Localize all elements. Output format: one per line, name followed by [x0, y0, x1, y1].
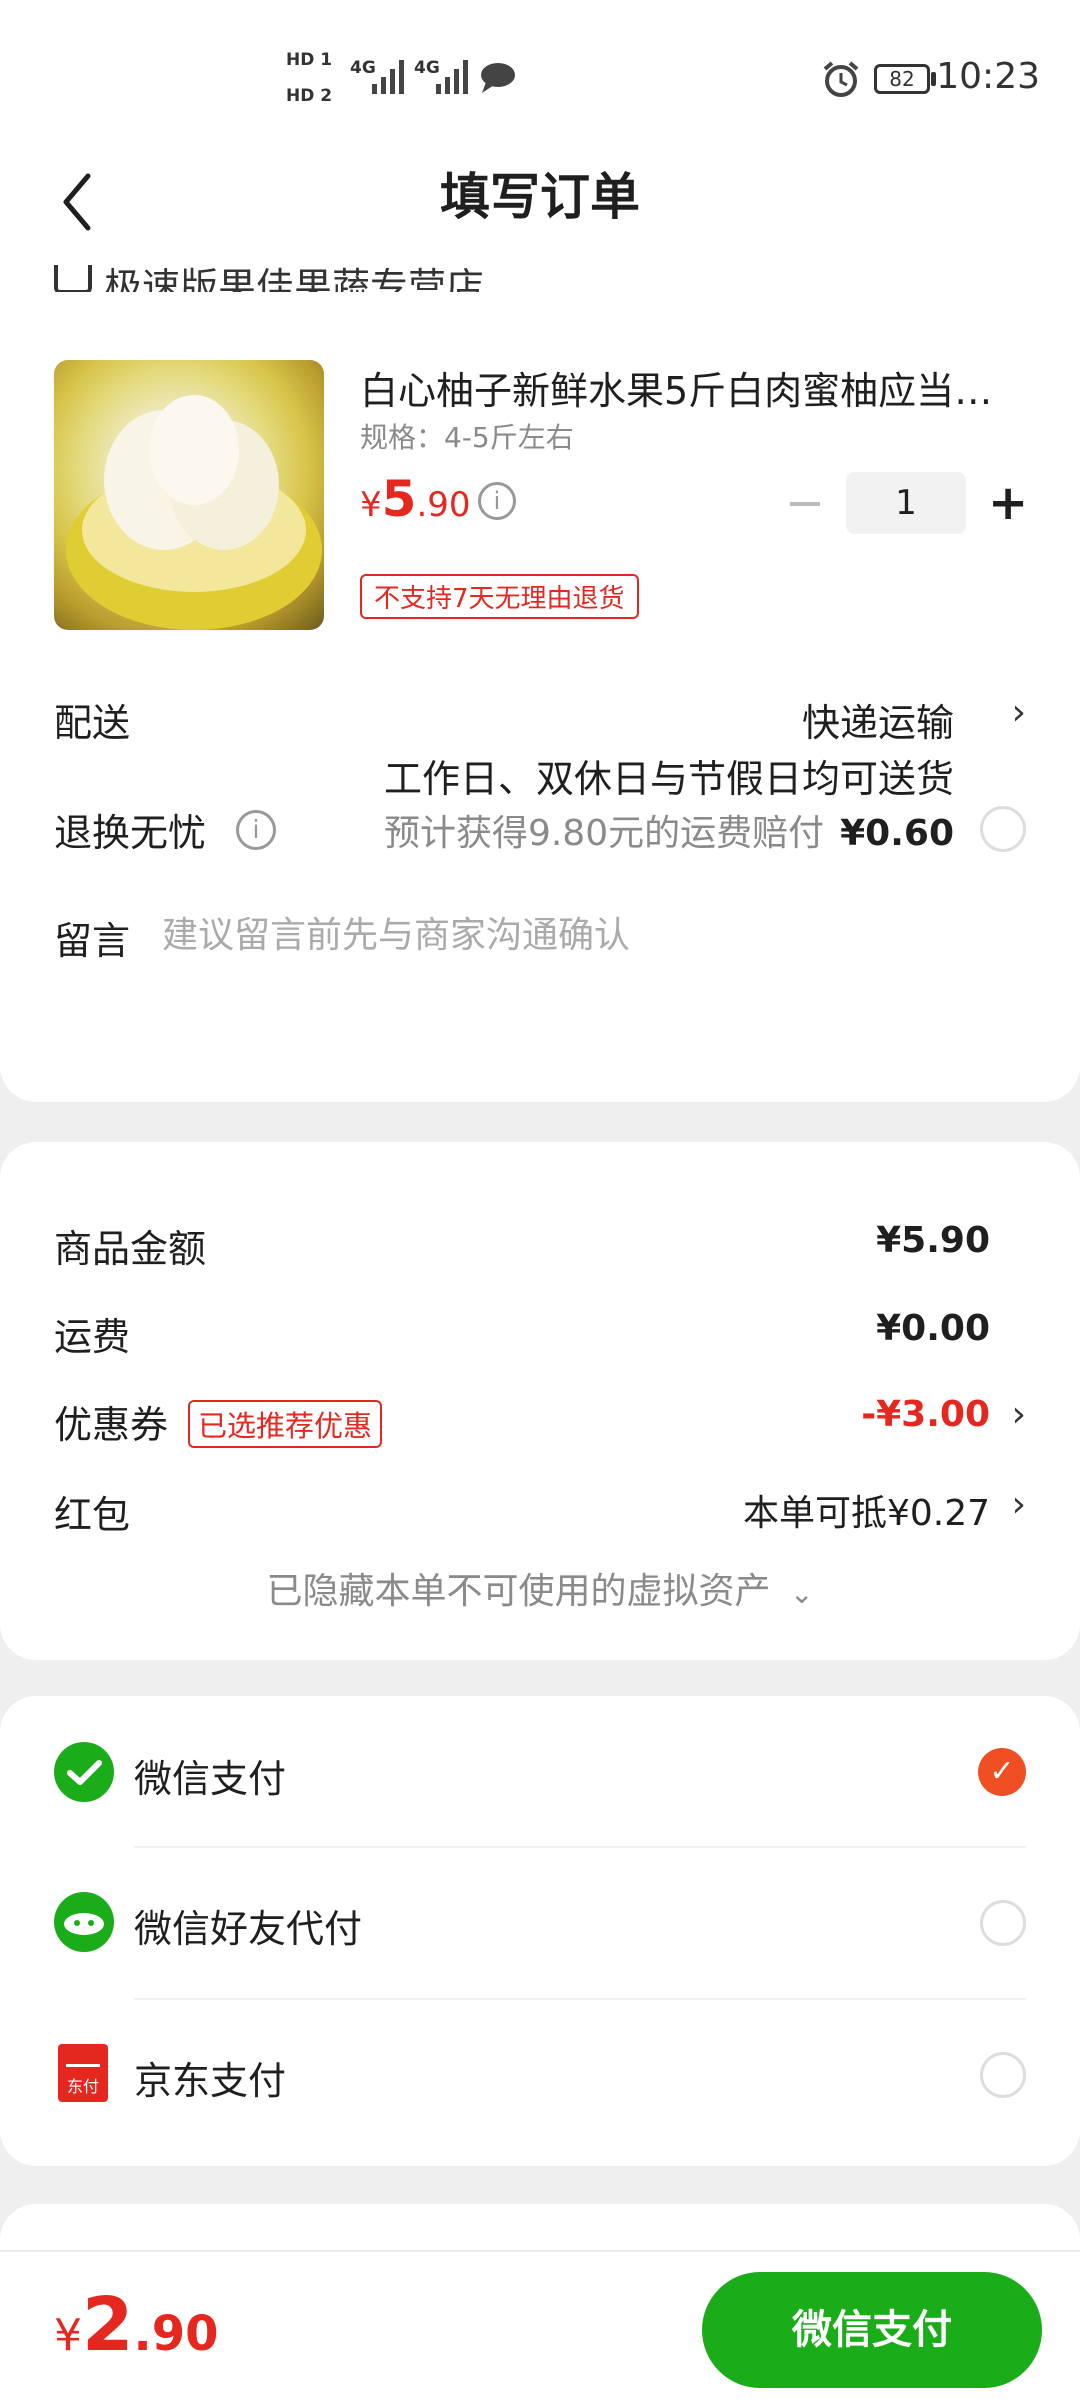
total-decimal: .90: [133, 2306, 219, 2362]
goods-amount-label: 商品金额: [54, 1227, 207, 1271]
return-insurance-price: ¥0.60: [840, 813, 954, 854]
page-title: 填写订单: [440, 168, 640, 226]
price-summary-card: 商品金额 ¥5.90 运费 ¥0.00 优惠券 已选推荐优惠 -¥3.00 › …: [0, 1142, 1080, 1660]
coupon-tag: 已选推荐优惠: [188, 1400, 383, 1448]
product-image[interactable]: [54, 360, 324, 630]
minus-icon[interactable]: [790, 502, 820, 506]
return-insurance-radio[interactable]: [980, 806, 1026, 852]
message-bubble-icon: [481, 63, 515, 93]
chevron-right-icon[interactable]: ›: [1012, 1394, 1026, 1435]
total-price: ¥2.90: [54, 2282, 219, 2368]
return-insurance-info: 预计获得9.80元的运费赔付 ¥0.60: [384, 804, 954, 856]
return-policy-tag: 不支持7天无理由退货: [360, 574, 639, 619]
jd-pay-icon-text: 东付: [66, 2077, 99, 2096]
shipping-description: 工作日、双休日与节假日均可送货: [383, 757, 954, 801]
message-label: 留言: [54, 919, 131, 963]
shipping-method[interactable]: 快递运输: [802, 692, 954, 747]
battery-icon: 82: [874, 64, 930, 94]
price-currency: ¥: [360, 485, 382, 525]
payment-radio[interactable]: [980, 2052, 1026, 2098]
quantity-input[interactable]: 1: [846, 472, 966, 534]
return-insurance-description: 预计获得9.80元的运费赔付: [383, 813, 825, 854]
payment-option-wechat[interactable]: 微信支付 ✓: [0, 1696, 1080, 1846]
product-spec: 规格：4-5斤左右: [360, 421, 574, 454]
total-currency: ¥: [54, 2310, 82, 2361]
pomelo-illustration: [66, 395, 322, 630]
coupon-label: 优惠券: [54, 1403, 169, 1447]
goods-amount-value: ¥5.90: [876, 1220, 990, 1261]
signal-bars-icon: [436, 60, 468, 94]
pay-button[interactable]: 微信支付: [702, 2272, 1042, 2388]
sim1-indicator: HD 1: [286, 50, 333, 70]
chevron-down-icon: ⌄: [790, 1577, 814, 1610]
return-info-icon[interactable]: i: [236, 810, 276, 850]
shipping-label: 配送: [54, 701, 131, 745]
order-item-card: 极速版果佳果蔬专营店 白心柚子新鲜水果5斤白肉蜜柚应当季时令整箱 规格：4-5斤…: [0, 240, 1080, 1102]
message-input[interactable]: [160, 906, 1004, 964]
battery-tip: [931, 72, 936, 86]
plus-icon[interactable]: +: [988, 478, 1028, 528]
red-packet-value[interactable]: 本单可抵¥0.27: [743, 1484, 990, 1536]
shipping-fee-label: 运费: [54, 1315, 131, 1359]
jd-pay-icon: 东付: [58, 2044, 108, 2102]
chevron-right-icon[interactable]: ›: [1012, 1484, 1026, 1525]
chevron-right-icon[interactable]: ›: [1012, 692, 1026, 733]
status-bar: HD 1 HD 2 4G 4G 82 10:23: [0, 0, 1080, 150]
payment-option-friend[interactable]: 微信好友代付: [0, 1848, 1080, 1998]
return-insurance-label: 退换无忧: [54, 811, 207, 855]
price-decimal: .90: [416, 485, 471, 525]
sim2-indicator: HD 2: [286, 86, 333, 106]
product-title[interactable]: 白心柚子新鲜水果5斤白肉蜜柚应当季时令整箱: [360, 360, 1020, 415]
payment-option-jd[interactable]: 东付 京东支付: [0, 2000, 1080, 2150]
payment-label: 微信支付: [134, 1757, 287, 1801]
signal-bars-icon: [372, 60, 404, 94]
payment-methods-card: 微信支付 ✓ 微信好友代付 东付 京东支付: [0, 1696, 1080, 2166]
clock-time: 10:23: [936, 56, 1040, 97]
payment-label: 京东支付: [134, 2059, 287, 2103]
hidden-assets-toggle[interactable]: 已隐藏本单不可使用的虚拟资产 ⌄: [0, 1562, 1080, 1614]
checkmark-selected-icon[interactable]: ✓: [978, 1748, 1026, 1796]
price-info-icon[interactable]: i: [478, 482, 516, 520]
payment-radio[interactable]: [980, 1900, 1026, 1946]
product-price: ¥5.90: [360, 470, 471, 528]
total-integer: 2: [82, 2282, 134, 2368]
price-integer: 5: [381, 470, 417, 528]
wechat-pay-icon: [54, 1742, 114, 1802]
alarm-icon: [823, 61, 859, 97]
shipping-fee-value: ¥0.00: [876, 1308, 990, 1349]
nav-header: 填写订单: [0, 150, 1080, 265]
checkout-bar: ¥2.90 微信支付: [0, 2250, 1080, 2402]
red-packet-label: 红包: [54, 1493, 131, 1537]
payment-label: 微信好友代付: [134, 1907, 363, 1951]
battery-level: 82: [889, 67, 915, 91]
wechat-friend-pay-icon: [54, 1892, 114, 1952]
hidden-assets-text: 已隐藏本单不可使用的虚拟资产: [266, 1571, 771, 1612]
coupon-value[interactable]: -¥3.00: [861, 1394, 990, 1435]
